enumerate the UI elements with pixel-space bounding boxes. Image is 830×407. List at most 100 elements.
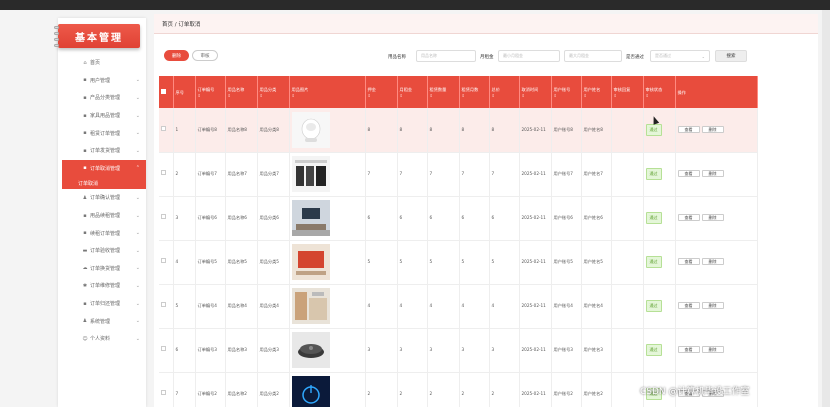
- sidebar-subitem-order-cancel[interactable]: 订单取消: [62, 177, 146, 190]
- sort-icon[interactable]: ⇕: [260, 93, 287, 98]
- sort-icon[interactable]: ⇕: [492, 93, 517, 98]
- search-button[interactable]: 搜索: [715, 50, 747, 62]
- sidebar-item[interactable]: ♟ 订单确认管理 ⌄: [62, 189, 146, 207]
- sort-icon[interactable]: ⇕: [368, 93, 395, 98]
- cell-time: 2025-02-11: [519, 108, 552, 153]
- cell-deposit: 7: [365, 152, 398, 197]
- sidebar-item[interactable]: ▪ 用品续租管理 ⌄: [62, 207, 146, 225]
- column-header[interactable]: 用品图片 ⇕: [289, 76, 366, 108]
- view-button[interactable]: 查看: [677, 258, 700, 265]
- cell-cat: 用品分类8: [257, 108, 290, 153]
- row-delete-button[interactable]: 删除: [701, 258, 724, 265]
- name-filter-input[interactable]: 用品名称: [416, 50, 476, 62]
- cell-qty: 6: [427, 196, 460, 241]
- sidebar-item[interactable]: ▪ 租赁订单管理 ⌄: [62, 124, 146, 142]
- scrollbar-track[interactable]: [822, 10, 830, 407]
- row-delete-button[interactable]: 删除: [701, 346, 724, 353]
- row-select-cell: [159, 108, 174, 153]
- sort-icon[interactable]: ⇕: [614, 93, 641, 98]
- row-checkbox[interactable]: [161, 214, 166, 219]
- column-header[interactable]: 押金 ⇕: [365, 76, 398, 108]
- row-checkbox[interactable]: [161, 390, 166, 395]
- sort-icon[interactable]: ⇕: [584, 93, 609, 98]
- pass-select[interactable]: 是否通过 ⌄: [650, 50, 710, 62]
- sidebar-item[interactable]: ▪ 续租订单管理 ⌄: [62, 224, 146, 242]
- table-row[interactable]: 4 订单编号5 用品名称5 用品分类5 5 5 5 5 5 2025-02-11 用户账号5 用户姓名…: [159, 240, 758, 285]
- sidebar-item[interactable]: ▪ 家具用品管理 ⌄: [62, 107, 146, 125]
- table-row[interactable]: 3 订单编号6 用品名称6 用品分类6 6 6 6 6 6 2025-02-11 用户账号6 用户姓名…: [159, 196, 758, 241]
- cell-image: [289, 284, 366, 329]
- column-header[interactable]: 用品名称 ⇕: [225, 76, 258, 108]
- row-checkbox[interactable]: [161, 258, 166, 263]
- sort-icon[interactable]: ⇕: [400, 93, 425, 98]
- sort-icon[interactable]: ⇕: [198, 93, 223, 98]
- breadcrumb[interactable]: 首页 / 订单取消: [154, 14, 818, 34]
- select-all-checkbox[interactable]: [161, 88, 166, 94]
- cell-rent: 7: [397, 152, 428, 197]
- sidebar-item[interactable]: ▪ 订单发货管理 ⌄: [62, 142, 146, 160]
- column-header[interactable]: 取消时间 ⇕: [519, 76, 552, 108]
- cell-time: 2025-02-11: [519, 372, 552, 407]
- table-row[interactable]: 5 订单编号4 用品名称4 用品分类4 4 4 4 4 4 2025-02-11 用户账号4 用户姓名…: [159, 284, 758, 329]
- row-delete-button[interactable]: 删除: [701, 302, 724, 309]
- sort-icon[interactable]: ⇕: [554, 93, 579, 98]
- cell-qty: 5: [427, 240, 460, 285]
- table-row[interactable]: 6 订单编号3 用品名称3 用品分类3 3 3 3 3 3 2025-02-11 用户账号3 用户姓名…: [159, 328, 758, 373]
- sidebar-item[interactable]: ▬ 订单验收管理 ⌄: [62, 242, 146, 260]
- column-header[interactable]: 用户姓名 ⇕: [581, 76, 612, 108]
- column-header[interactable]: 审核状态 ⇕: [643, 76, 676, 108]
- column-header[interactable]: 用户账号 ⇕: [551, 76, 582, 108]
- chevron-icon: ⌄: [135, 300, 140, 307]
- row-checkbox[interactable]: [161, 125, 166, 131]
- column-header[interactable]: 审核回复 ⇕: [611, 76, 644, 108]
- table-row[interactable]: 1 订单编号8 用品名称8 用品分类8 8 8 8 8 8 2025-02-11 用户账号8 用户姓名…: [159, 108, 758, 153]
- sidebar-item[interactable]: ▪ 用户管理 ⌄: [62, 72, 146, 90]
- sidebar-item[interactable]: ⌂ 首页: [62, 54, 146, 72]
- cell-account: 用户账号7: [551, 152, 582, 197]
- chevron-icon: ⌄: [135, 194, 140, 201]
- sidebar-item[interactable]: ☁ 订单换货管理 ⌄: [62, 260, 146, 278]
- sidebar-item[interactable]: ✱ 订单维修管理 ⌄: [62, 277, 146, 295]
- row-checkbox[interactable]: [161, 170, 166, 175]
- sidebar-item[interactable]: ♟ 系统管理 ⌄: [62, 312, 146, 330]
- row-delete-button[interactable]: 删除: [701, 170, 724, 177]
- home-icon: ⌂: [83, 59, 87, 66]
- view-button[interactable]: 查看: [677, 214, 700, 221]
- view-button[interactable]: 查看: [677, 346, 700, 353]
- audit-button[interactable]: 审核: [192, 50, 218, 61]
- view-button[interactable]: 查看: [677, 302, 700, 309]
- delete-button[interactable]: 删除: [164, 50, 189, 61]
- sort-icon[interactable]: ⇕: [462, 93, 487, 98]
- max-rent-input[interactable]: 最大月租金: [564, 50, 622, 62]
- row-checkbox[interactable]: [161, 302, 166, 307]
- table-row[interactable]: 2 订单编号7 用品名称7 用品分类7 7 7 7 7 7 2025-02-11 用户账号7 用户姓名…: [159, 152, 758, 197]
- column-header[interactable]: 订单编号 ⇕: [195, 76, 226, 108]
- view-button[interactable]: 查看: [677, 125, 700, 133]
- column-header[interactable]: 月租金 ⇕: [397, 76, 428, 108]
- sort-icon[interactable]: ⇕: [228, 93, 255, 98]
- cell-total: 8: [489, 108, 520, 153]
- sidebar-item[interactable]: ☺ 个人资料 ⌄: [62, 330, 146, 348]
- column-header[interactable]: 租赁月数 ⇕: [459, 76, 490, 108]
- sort-icon[interactable]: ⇕: [522, 93, 549, 98]
- sidebar-item[interactable]: ▪ 订单归还管理 ⌄: [62, 295, 146, 313]
- sidebar-item[interactable]: ▪ 订单取消管理 ⌃: [62, 159, 146, 178]
- row-checkbox[interactable]: [161, 346, 166, 351]
- column-header-label: 用品分类: [259, 87, 277, 92]
- cell-name: 用品名称2: [225, 372, 258, 407]
- row-delete-button[interactable]: 删除: [701, 125, 724, 133]
- column-header[interactable]: 用品分类 ⇕: [257, 76, 290, 108]
- min-rent-input[interactable]: 最小月租金: [498, 50, 560, 62]
- column-header[interactable]: 总价 ⇕: [489, 76, 520, 108]
- view-button[interactable]: 查看: [677, 170, 700, 177]
- row-delete-button[interactable]: 删除: [701, 214, 724, 221]
- sort-icon[interactable]: ⇕: [430, 93, 457, 98]
- chevron-icon: ⌄: [135, 77, 140, 84]
- sidebar-item[interactable]: ▪ 产品分类管理 ⌄: [62, 89, 146, 107]
- sort-icon[interactable]: ⇕: [646, 93, 673, 98]
- column-header[interactable]: 租赁数量 ⇕: [427, 76, 460, 108]
- cell-order: 订单编号2: [195, 372, 226, 407]
- column-header[interactable]: 序号: [173, 76, 196, 108]
- sort-icon[interactable]: ⇕: [292, 93, 363, 98]
- column-header[interactable]: 操作: [675, 76, 758, 108]
